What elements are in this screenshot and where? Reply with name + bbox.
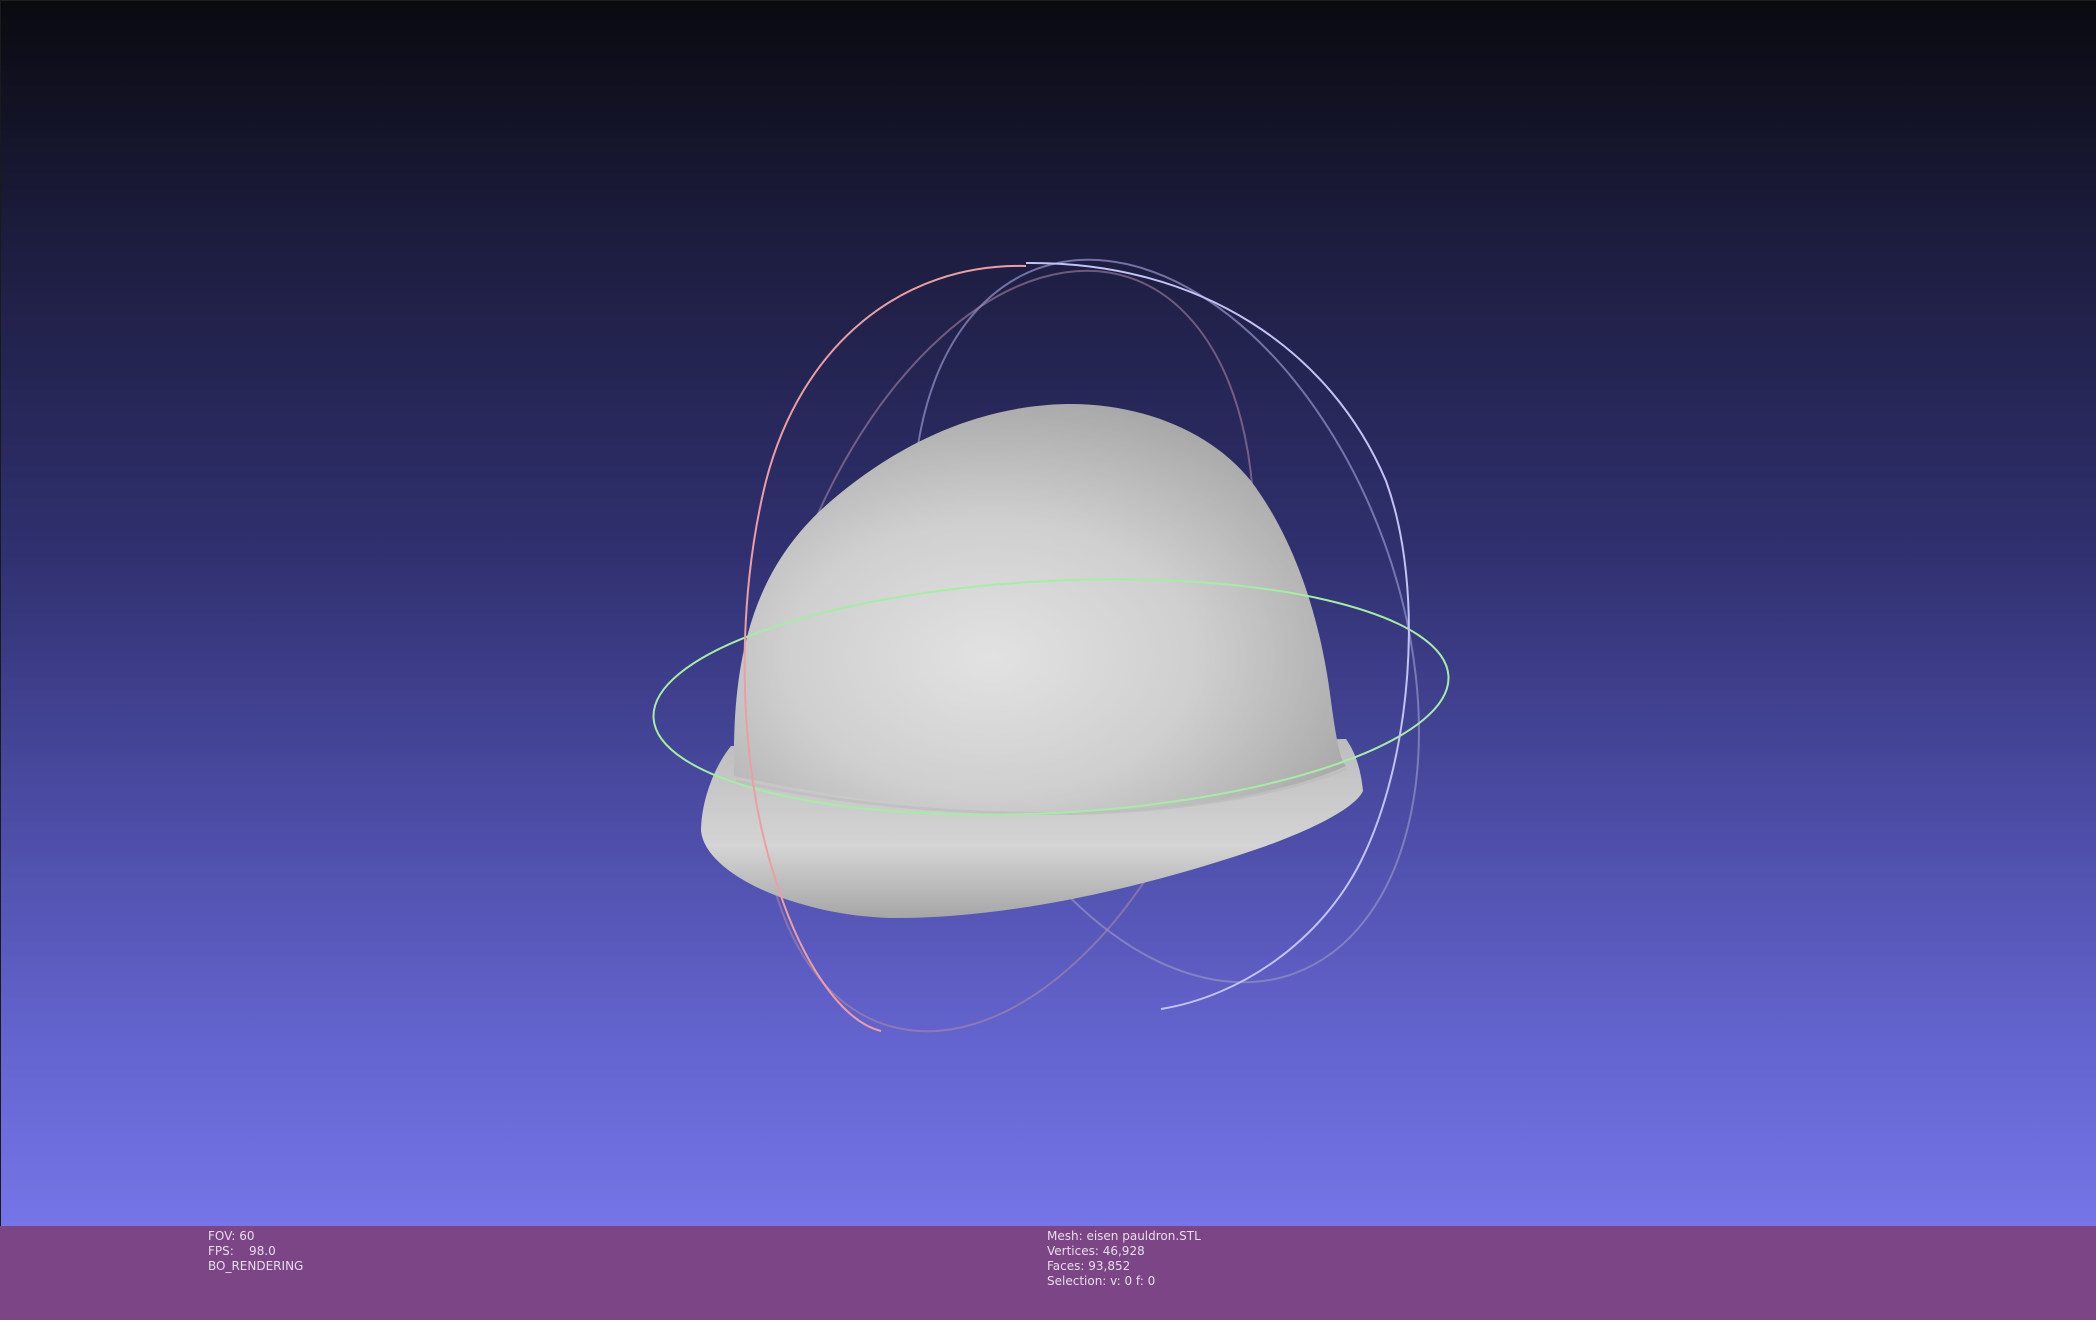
meshlab-window: FOV: 60 FPS: 98.0 BO_RENDERING Mesh: eis… bbox=[0, 0, 2096, 1320]
render-mode-label: BO_RENDERING bbox=[208, 1259, 304, 1273]
render-info: FOV: 60 FPS: 98.0 BO_RENDERING bbox=[208, 1229, 303, 1274]
info-bar: FOV: 60 FPS: 98.0 BO_RENDERING Mesh: eis… bbox=[0, 1226, 2096, 1320]
vertices-label: Vertices: 46,928 bbox=[1047, 1244, 1145, 1258]
mesh-name-label: Mesh: eisen pauldron.STL bbox=[1047, 1229, 1201, 1243]
mesh-info: Mesh: eisen pauldron.STL Vertices: 46,92… bbox=[1047, 1229, 1201, 1289]
selection-label: Selection: v: 0 f: 0 bbox=[1047, 1274, 1156, 1288]
3d-viewport[interactable] bbox=[0, 0, 2096, 1226]
scene-canvas[interactable] bbox=[1, 1, 2096, 1227]
fps-label: FPS: 98.0 bbox=[208, 1244, 276, 1258]
mesh-model[interactable] bbox=[701, 403, 1363, 919]
fov-label: FOV: 60 bbox=[208, 1229, 255, 1243]
mesh-dome bbox=[733, 403, 1346, 814]
faces-label: Faces: 93,852 bbox=[1047, 1259, 1131, 1273]
